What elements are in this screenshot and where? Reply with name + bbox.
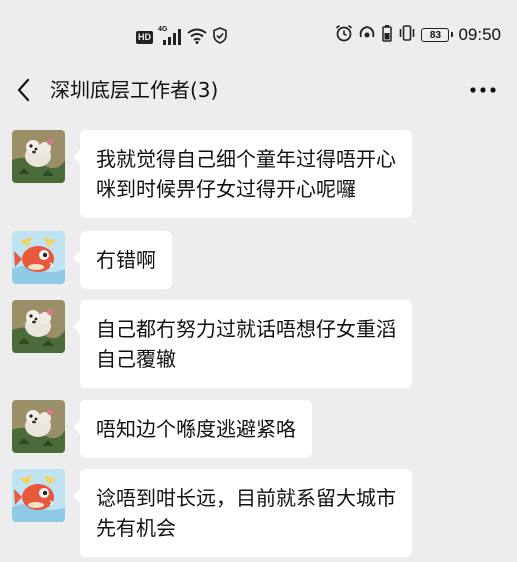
hotspot-icon xyxy=(358,24,376,46)
battery-icon: 83 xyxy=(421,28,454,42)
message-bubble[interactable]: 我就觉得自己细个童年过得唔开心 咪到时候畀仔女过得开心呢囉 xyxy=(73,130,412,218)
status-right: 83 09:50 xyxy=(335,24,501,46)
status-time: 09:50 xyxy=(458,25,501,44)
hd-icon: HD xyxy=(136,31,153,44)
battery-saver-icon xyxy=(381,24,393,46)
chevron-left-icon xyxy=(17,78,30,102)
chat-header: 深圳底层工作者(3) xyxy=(0,62,517,118)
dog-avatar[interactable] xyxy=(12,300,65,353)
message-bubble[interactable]: 冇错啊 xyxy=(73,231,172,289)
fish-avatar[interactable] xyxy=(12,231,65,284)
dog-avatar[interactable] xyxy=(12,400,65,453)
chat-title: 深圳底层工作者(3) xyxy=(50,78,219,102)
alarm-icon xyxy=(335,24,353,46)
signal-icon: 4G xyxy=(158,26,182,46)
wifi-icon xyxy=(187,28,207,48)
more-options-button[interactable] xyxy=(467,76,499,104)
shield-icon xyxy=(212,27,228,48)
more-dots-icon xyxy=(470,87,496,93)
vibrate-icon xyxy=(398,24,416,46)
message-bubble[interactable]: 唔知边个喺度逃避紧咯 xyxy=(73,400,312,458)
message-bubble[interactable]: 自己都冇努力过就话唔想仔女重滔 自己覆辙 xyxy=(73,300,412,388)
battery-level: 83 xyxy=(429,29,442,41)
message-bubble[interactable]: 谂唔到咁长远，目前就系留大城市 先有机会 xyxy=(73,469,412,557)
dog-avatar[interactable] xyxy=(12,130,65,183)
network-type-label: 4G xyxy=(158,26,168,33)
fish-avatar[interactable] xyxy=(12,469,65,522)
status-left: HD 4G xyxy=(136,26,228,48)
back-button[interactable] xyxy=(10,76,38,104)
status-bar: HD 4G 83 09:50 xyxy=(0,0,517,62)
